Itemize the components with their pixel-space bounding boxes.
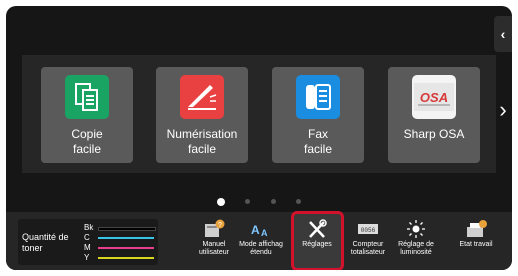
total-counter-button[interactable]: 0056 Compteur totalisateur bbox=[346, 216, 390, 268]
svg-text:OSA: OSA bbox=[420, 90, 448, 105]
toner-row-c: C bbox=[84, 233, 156, 243]
toner-bar-y bbox=[98, 257, 154, 259]
page-dot-2[interactable] bbox=[245, 199, 251, 205]
tile-easy-fax[interactable]: Fax facile bbox=[272, 67, 364, 163]
tile-label: Sharp OSA bbox=[403, 127, 465, 141]
scan-icon bbox=[180, 75, 224, 119]
page-dot-1[interactable] bbox=[216, 197, 225, 206]
chevron-right-icon: › bbox=[499, 97, 507, 122]
copy-icon bbox=[65, 75, 109, 119]
tile-easy-scan[interactable]: Numérisation facile bbox=[156, 67, 248, 163]
settings-tools-icon bbox=[306, 219, 328, 239]
text-size-icon: A A bbox=[250, 219, 272, 239]
tile-sharp-osa[interactable]: OSA Sharp OSA bbox=[388, 67, 480, 163]
tile-label: Fax facile bbox=[303, 127, 332, 156]
toner-level-panel[interactable]: Quantité de toner Bk C M Y bbox=[18, 219, 158, 265]
manual-icon: ? bbox=[203, 219, 225, 239]
next-page-arrow[interactable]: › bbox=[496, 98, 510, 122]
touch-panel-screen: ‹ Copie facile Numérisation facile Fax f… bbox=[6, 6, 512, 270]
toner-label: Quantité de toner bbox=[22, 232, 69, 253]
svg-text:A: A bbox=[251, 223, 260, 237]
page-dot-4[interactable] bbox=[296, 199, 302, 205]
job-status-icon bbox=[465, 219, 487, 239]
page-indicator bbox=[6, 193, 512, 206]
toner-row-m: M bbox=[84, 243, 156, 253]
user-manual-button[interactable]: ? Manuel utilisateur bbox=[192, 216, 236, 268]
settings-button[interactable]: Réglages bbox=[295, 216, 339, 268]
svg-text:0056: 0056 bbox=[361, 227, 376, 234]
tile-label: Copie facile bbox=[71, 127, 103, 156]
fax-icon bbox=[296, 75, 340, 119]
toner-bar-c bbox=[98, 237, 154, 239]
tile-label: Numérisation facile bbox=[166, 127, 238, 156]
chevron-left-icon: ‹ bbox=[500, 26, 506, 42]
job-status-button[interactable]: Etat travail bbox=[454, 216, 498, 268]
extended-display-button[interactable]: A A Mode affichag étendu bbox=[239, 216, 283, 268]
tile-easy-copy[interactable]: Copie facile bbox=[41, 67, 133, 163]
toner-row-bk: Bk bbox=[84, 223, 156, 233]
brightness-button[interactable]: Réglage de luminosité bbox=[394, 216, 438, 268]
toner-bar-m bbox=[98, 247, 154, 249]
osa-icon: OSA bbox=[412, 75, 456, 119]
svg-text:?: ? bbox=[218, 222, 222, 229]
counter-icon: 0056 bbox=[357, 219, 379, 239]
toner-bar-bk bbox=[98, 227, 156, 231]
svg-text:A: A bbox=[261, 228, 268, 238]
toner-row-y: Y bbox=[84, 253, 156, 263]
page-dot-3[interactable] bbox=[270, 199, 276, 205]
side-panel-toggle[interactable]: ‹ bbox=[494, 16, 512, 52]
brightness-icon bbox=[405, 219, 427, 239]
